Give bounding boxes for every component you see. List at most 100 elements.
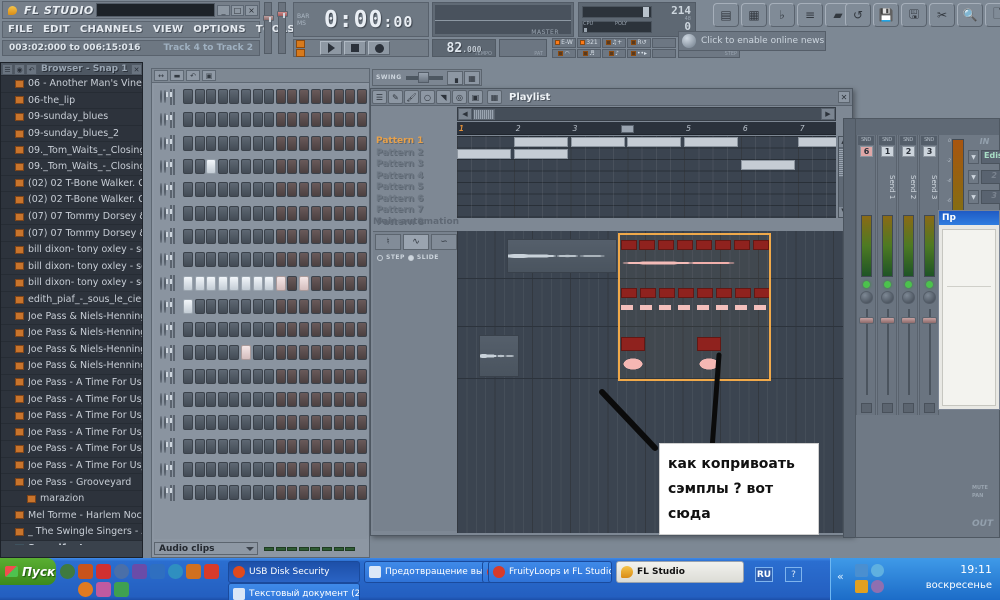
close-icon[interactable]: ✕ [131, 63, 142, 75]
pan-knob[interactable] [160, 299, 169, 313]
step-button[interactable] [322, 275, 333, 291]
step-button[interactable] [310, 438, 321, 454]
switch-typing-keyboard[interactable]: E-W [552, 38, 576, 48]
step-sequence[interactable] [183, 345, 367, 361]
step-button[interactable] [206, 298, 217, 314]
step-button[interactable] [322, 298, 333, 314]
step-button[interactable] [310, 135, 321, 151]
step-button[interactable] [217, 112, 228, 128]
pan-knob[interactable] [160, 229, 169, 243]
channel-row[interactable]: 09-sunday... [154, 434, 367, 457]
quick-launch-icon[interactable] [96, 564, 111, 579]
channel-grip[interactable] [173, 344, 176, 361]
step-radio[interactable] [377, 254, 383, 261]
step-button[interactable] [345, 485, 356, 501]
step-button[interactable] [194, 322, 205, 338]
tray-icon-app[interactable] [855, 580, 868, 593]
step-button[interactable] [264, 322, 275, 338]
pan-knob[interactable] [881, 291, 894, 304]
browser-item[interactable]: edith_piaf_-_sous_le_ciel_ [1, 292, 142, 309]
step-button[interactable] [299, 485, 310, 501]
swing-slider[interactable] [405, 71, 443, 83]
step-button[interactable] [310, 368, 321, 384]
step-button[interactable] [206, 345, 217, 361]
step-button[interactable] [275, 461, 286, 477]
step-sequence[interactable] [183, 392, 367, 407]
step-button[interactable] [206, 461, 217, 477]
step-button[interactable] [322, 252, 333, 268]
volume-knob[interactable] [164, 369, 173, 383]
step-button[interactable] [287, 159, 298, 175]
browser-file-list[interactable]: 06 - Another Man's Vine_2 06-the_lip 09-su… [1, 76, 142, 546]
channel-row[interactable]: 05-Jersey ... [154, 365, 367, 388]
channel-grip[interactable] [173, 461, 176, 478]
step-button[interactable] [252, 415, 263, 431]
browser-item[interactable]: Joe Pass - A Time For Us_ [1, 408, 142, 425]
step-button[interactable] [264, 438, 275, 454]
channel-grip[interactable] [173, 111, 176, 128]
pan-knob[interactable] [160, 276, 169, 290]
step-button[interactable] [194, 112, 205, 128]
step-button[interactable] [183, 112, 194, 128]
step-button[interactable] [217, 159, 228, 175]
step-button[interactable] [287, 182, 298, 198]
tray-day[interactable]: воскресенье [926, 580, 992, 591]
step-button[interactable] [217, 135, 228, 151]
step-button[interactable] [217, 392, 228, 407]
pan-knob[interactable] [160, 206, 169, 220]
channel-grip[interactable] [173, 438, 176, 455]
volume-knob[interactable] [164, 253, 173, 267]
step-button[interactable] [241, 205, 252, 221]
step-button[interactable] [229, 368, 240, 384]
track-number[interactable]: 3 [923, 146, 936, 157]
step-button[interactable] [345, 438, 356, 454]
step-sequence[interactable] [183, 205, 367, 221]
step-button[interactable] [333, 461, 344, 477]
step-button[interactable] [252, 485, 263, 501]
step-button[interactable] [310, 159, 321, 175]
channel-grip[interactable] [173, 181, 176, 198]
playlist-track-names[interactable]: Pattern 1 Pattern 2 Pattern 3 Pattern 4 Patt… [373, 136, 457, 227]
step-button[interactable] [217, 368, 228, 384]
step-button[interactable] [322, 345, 333, 361]
menu-options[interactable]: OPTIONS [188, 24, 251, 35]
step-button[interactable] [194, 415, 205, 431]
switch-snap-note[interactable]: ♪ [602, 48, 626, 58]
browser-item[interactable]: bill dixon- tony oxley - scrib [1, 259, 142, 276]
expand-tray-icon[interactable]: « [837, 570, 844, 583]
step-button[interactable] [357, 135, 367, 151]
step-button[interactable] [299, 368, 310, 384]
step-button[interactable] [357, 438, 367, 454]
step-slide-toggle[interactable]: STEP SLIDE [377, 254, 439, 261]
channel-row[interactable]: HIP_Snaph [154, 318, 367, 341]
step-button[interactable] [287, 345, 298, 361]
audio-clips-dropdown[interactable]: Audio clips [154, 542, 258, 555]
quick-launch-icon[interactable] [150, 564, 165, 579]
paint-icon[interactable]: 🖌 [404, 90, 419, 104]
step-button[interactable] [183, 298, 194, 314]
step-button[interactable] [275, 228, 286, 244]
browser-item[interactable]: _ The Swingle Singers - A [1, 524, 142, 541]
step-button[interactable] [299, 182, 310, 198]
step-button[interactable] [194, 228, 205, 244]
browser-item[interactable]: Joe Pass - A Time For Us [1, 375, 142, 392]
volume-knob[interactable] [164, 276, 173, 290]
song-mode-led[interactable] [296, 48, 305, 57]
step-button[interactable] [287, 368, 298, 384]
step-button[interactable] [322, 485, 333, 501]
volume-fader-handle[interactable] [901, 317, 916, 324]
step-button[interactable] [322, 368, 333, 384]
step-button[interactable] [229, 461, 240, 477]
save-new-icon[interactable]: 💾 [873, 3, 899, 27]
browser-item[interactable]: Joe Pass - Grooveyard [1, 474, 142, 491]
step-button[interactable] [264, 275, 275, 291]
playlist-clip[interactable] [457, 148, 511, 159]
step-button[interactable] [310, 205, 321, 221]
step-button[interactable] [299, 205, 310, 221]
browser-item[interactable]: bill dixon- tony oxley - scrib [1, 275, 142, 292]
zoom-icon[interactable]: 🔍 [957, 3, 983, 27]
step-button[interactable] [183, 345, 194, 361]
step-button[interactable] [357, 461, 367, 477]
step-button[interactable] [217, 275, 228, 291]
playlist-clip[interactable] [570, 137, 625, 147]
